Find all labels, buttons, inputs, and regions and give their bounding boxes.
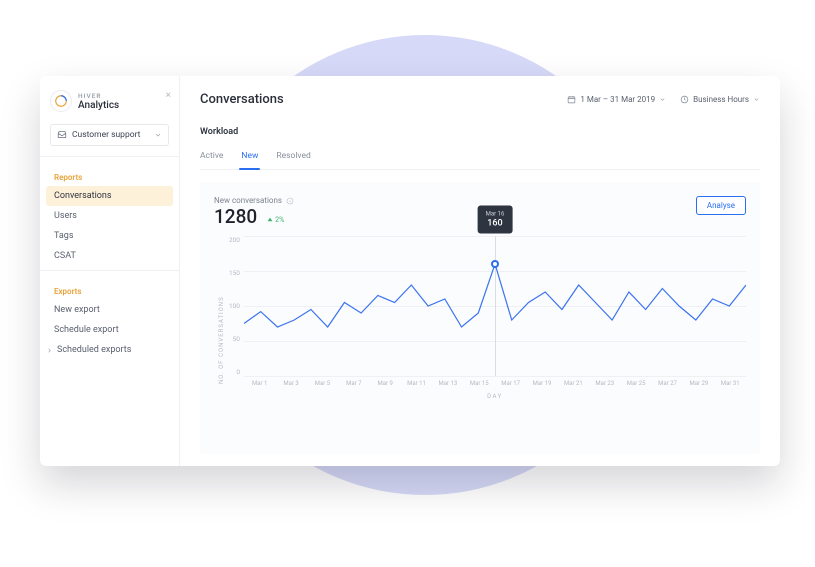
chevron-down-icon: [659, 96, 666, 103]
date-range-picker[interactable]: 1 Mar – 31 Mar 2019: [567, 95, 666, 104]
y-tick: 200: [229, 236, 240, 244]
x-tick: Mar 17: [495, 380, 526, 387]
brand: HIVER Analytics ×: [40, 86, 179, 122]
sidebar-item-label: Tags: [54, 231, 73, 241]
brand-kicker: HIVER: [78, 92, 119, 100]
tab-active[interactable]: Active: [200, 145, 223, 169]
data-marker: [491, 260, 499, 268]
brand-text: HIVER Analytics: [78, 92, 119, 111]
mailbox-select[interactable]: Customer support: [50, 124, 169, 146]
sidebar-item-label: Schedule export: [54, 325, 119, 335]
chart-card: New conversations 1280 2% Analyse NO. OF…: [200, 182, 760, 454]
metric-value-row: 1280 2%: [214, 205, 294, 228]
brand-name: Analytics: [78, 100, 119, 111]
workload-tabs: Active New Resolved: [200, 145, 760, 170]
x-tick: Mar 9: [369, 380, 400, 387]
tooltip-date: Mar 16: [486, 211, 505, 219]
gridline: [244, 376, 746, 377]
sidebar-item-new-export[interactable]: New export: [40, 300, 179, 320]
hours-label: Business Hours: [693, 95, 749, 104]
sidebar-item-csat[interactable]: CSAT: [40, 246, 179, 266]
x-tick: Mar 21: [558, 380, 589, 387]
y-tick: 150: [229, 269, 240, 277]
x-tick: Mar 19: [526, 380, 557, 387]
sidebar-group-reports: Reports Conversations Users Tags CSAT: [40, 163, 179, 270]
header-controls: 1 Mar – 31 Mar 2019 Business Hours: [567, 95, 760, 104]
chevron-right-icon: [46, 347, 53, 354]
inbox-icon: [57, 130, 67, 140]
x-tick: Mar 7: [338, 380, 369, 387]
x-tick: Mar 27: [652, 380, 683, 387]
analyse-button[interactable]: Analyse: [696, 196, 746, 215]
y-tick: 0: [229, 368, 240, 376]
chevron-down-icon: [753, 96, 760, 103]
y-axis-ticks: 200 150 100 50 0: [225, 236, 244, 376]
app-window: HIVER Analytics × Customer support Repor…: [40, 76, 780, 466]
x-tick: Mar 25: [620, 380, 651, 387]
chart-body: NO. OF CONVERSATIONS 200 150 100 50 0: [214, 236, 746, 444]
page-title: Conversations: [200, 92, 284, 107]
sidebar-item-schedule-export[interactable]: Schedule export: [40, 320, 179, 340]
metric-block: New conversations 1280 2%: [214, 196, 294, 228]
x-tick: Mar 13: [432, 380, 463, 387]
page-header: Conversations 1 Mar – 31 Mar 2019 Busine…: [200, 92, 760, 117]
tab-label: Resolved: [276, 151, 310, 161]
sidebar-item-label: Users: [54, 211, 77, 221]
tab-resolved[interactable]: Resolved: [276, 145, 310, 169]
mailbox-select-label: Customer support: [72, 130, 140, 140]
x-tick: Mar 11: [401, 380, 432, 387]
sidebar: HIVER Analytics × Customer support Repor…: [40, 76, 180, 466]
x-tick: Mar 15: [464, 380, 495, 387]
x-axis-label: DAY: [244, 387, 746, 400]
x-tick: Mar 3: [275, 380, 306, 387]
calendar-icon: [567, 95, 576, 104]
x-tick: Mar 29: [683, 380, 714, 387]
x-axis-ticks: Mar 1Mar 3Mar 5Mar 7Mar 9Mar 11Mar 13Mar…: [244, 376, 746, 387]
sidebar-heading-exports: Exports: [40, 283, 179, 300]
tab-label: New: [241, 151, 258, 161]
divider: [40, 270, 179, 271]
x-tick: Mar 5: [307, 380, 338, 387]
tab-label: Active: [200, 151, 223, 161]
sidebar-item-scheduled-exports[interactable]: Scheduled exports: [40, 340, 179, 360]
clock-icon: [680, 95, 689, 104]
hours-picker[interactable]: Business Hours: [680, 95, 760, 104]
main-content: Conversations 1 Mar – 31 Mar 2019 Busine…: [180, 76, 780, 466]
sidebar-item-label: CSAT: [54, 251, 76, 261]
sidebar-item-users[interactable]: Users: [40, 206, 179, 226]
metric-delta-value: 2%: [275, 216, 284, 224]
tab-new[interactable]: New: [241, 145, 258, 169]
sidebar-item-tags[interactable]: Tags: [40, 226, 179, 246]
chart-tooltip: Mar 16 160: [478, 206, 513, 234]
divider: [40, 156, 179, 157]
x-tick: Mar 1: [244, 380, 275, 387]
metric-label: New conversations: [214, 196, 282, 205]
x-tick: Mar 23: [589, 380, 620, 387]
close-icon[interactable]: ×: [166, 90, 171, 101]
chevron-down-icon: [154, 131, 162, 139]
arrow-up-icon: [267, 217, 273, 223]
plot-area[interactable]: Mar 16 160 Mar 1Mar 3Mar 5Mar 7Mar 9Mar …: [244, 236, 746, 444]
y-axis-label: NO. OF CONVERSATIONS: [214, 236, 225, 444]
y-tick: 100: [229, 302, 240, 310]
plot: Mar 16 160: [244, 236, 746, 376]
line-chart: [244, 236, 746, 376]
sidebar-item-label: Conversations: [54, 191, 112, 201]
x-tick: Mar 31: [715, 380, 746, 387]
sidebar-item-conversations[interactable]: Conversations: [46, 186, 173, 206]
section-title: Workload: [200, 117, 760, 137]
brand-logo-icon: [50, 90, 72, 112]
sidebar-item-label: Scheduled exports: [57, 345, 131, 355]
metric-delta: 2%: [267, 216, 284, 224]
tooltip-value: 160: [487, 218, 502, 228]
metric-value: 1280: [214, 205, 257, 228]
sidebar-group-exports: Exports New export Schedule export Sched…: [40, 277, 179, 364]
date-range-label: 1 Mar – 31 Mar 2019: [580, 95, 655, 104]
sidebar-item-label: New export: [54, 305, 100, 315]
metric-label-row: New conversations: [214, 196, 294, 205]
info-icon[interactable]: [286, 197, 294, 205]
sidebar-heading-reports: Reports: [40, 169, 179, 186]
y-tick: 50: [229, 335, 240, 343]
